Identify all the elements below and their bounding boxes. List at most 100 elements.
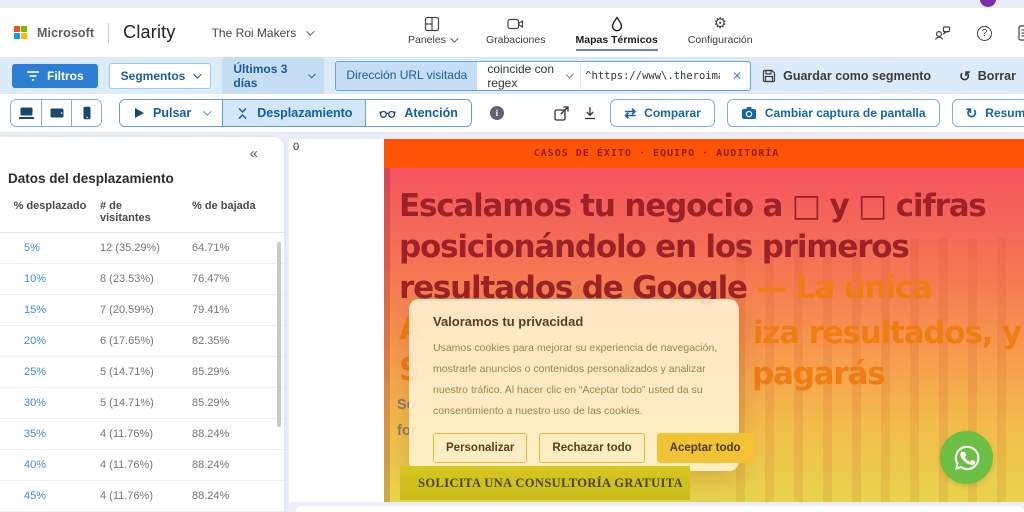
clear-filters-button[interactable]: ↺ Borrar <box>959 69 1016 83</box>
main-area: « Datos del desplazamiento % desplazado … <box>0 133 1024 512</box>
tab-heatmaps[interactable]: Mapas Térmicos <box>575 15 658 51</box>
mode-scroll-label: Desplazamiento <box>257 106 353 120</box>
scroll-data-panel: « Datos del desplazamiento % desplazado … <box>0 137 284 512</box>
scroll-depth-link[interactable]: 40% <box>0 459 100 471</box>
clarity-app-window: Microsoft Clarity The Roi Makers Paneles… <box>0 0 1024 512</box>
heatmaps-icon <box>610 15 624 32</box>
table-row: 15% 7 (20.59%) 79.41% <box>0 295 284 326</box>
table-cell: 88.24% <box>192 428 230 440</box>
date-range-label: Últimos 3 días <box>233 62 288 90</box>
table-row: 40% 4 (11.76%) 88.24% <box>0 450 284 481</box>
header-actions: ? <box>934 25 1024 41</box>
scroll-depth-link[interactable]: 5% <box>0 242 100 254</box>
device-mobile-button[interactable] <box>71 100 101 126</box>
table-cell: 4 (11.76%) <box>100 459 153 471</box>
tab-panels[interactable]: Paneles <box>408 15 459 51</box>
site-heading: Escalamos tu negocio a □ y □ cifras posi… <box>399 186 987 309</box>
scroll-depth-link[interactable]: 10% <box>0 273 100 285</box>
filters-button[interactable]: Filtros <box>12 64 98 88</box>
feedback-icon[interactable] <box>934 25 951 41</box>
scroll-depth-link[interactable]: 15% <box>0 304 100 316</box>
column-header: % desplazado <box>13 200 87 212</box>
scroll-depth-link[interactable]: 30% <box>0 397 100 409</box>
project-selector[interactable]: The Roi Makers <box>212 26 315 40</box>
url-operator-select[interactable]: coincide con regex <box>477 62 582 90</box>
cookie-customize-button[interactable]: Personalizar <box>433 433 528 463</box>
device-tablet-button[interactable] <box>41 100 71 126</box>
summarize-button[interactable]: ↻ Resumir ma <box>951 99 1024 127</box>
mode-attention-button[interactable]: Atención <box>365 100 471 126</box>
brand-divider <box>108 22 110 43</box>
info-icon[interactable]: i <box>489 106 504 120</box>
chevron-down-icon <box>565 70 574 79</box>
table-cell: 79.41% <box>192 304 230 316</box>
browser-extension-badge[interactable] <box>980 0 996 7</box>
scroll-depth-link[interactable]: 25% <box>0 366 100 378</box>
chevron-down-icon <box>193 70 203 79</box>
chevron-down-icon <box>203 107 212 116</box>
mode-click-button[interactable]: Pulsar <box>120 100 223 126</box>
cookie-reject-button[interactable]: Rechazar todo <box>539 433 645 463</box>
mobile-icon <box>83 106 90 120</box>
change-screenshot-button[interactable]: Cambiar captura de pantalla <box>726 99 940 127</box>
ruler-origin-label: 0 <box>293 141 300 153</box>
scroll-depth-link[interactable]: 45% <box>0 490 100 502</box>
mode-attention-label: Atención <box>404 106 458 120</box>
microsoft-logo-icon <box>14 26 27 39</box>
site-heading-line2: posicionándolo en los primeros <box>399 229 910 265</box>
save-icon <box>762 69 776 83</box>
tab-settings[interactable]: ⚙ Configuración <box>688 15 753 51</box>
summarize-label: Resumir ma <box>985 106 1024 120</box>
whatsapp-chat-button[interactable] <box>940 431 993 484</box>
panels-icon <box>424 15 440 32</box>
chevron-down-icon <box>450 34 459 43</box>
help-icon[interactable]: ? <box>977 25 992 41</box>
segments-dropdown[interactable]: Segmentos <box>108 63 212 89</box>
date-range-dropdown[interactable]: Últimos 3 días <box>222 57 325 95</box>
tab-heatmaps-label: Mapas Térmicos <box>575 34 658 46</box>
share-icon[interactable] <box>553 105 570 122</box>
column-header: # de visitantes <box>100 200 151 224</box>
bottom-panel-edge <box>296 506 1024 512</box>
mode-scroll-button[interactable]: Desplazamiento <box>222 100 366 126</box>
device-selector <box>10 99 102 127</box>
compare-button[interactable]: ⇄ Comparar <box>610 99 715 127</box>
table-cell: 6 (17.65%) <box>100 335 154 347</box>
tab-settings-label: Configuración <box>687 34 753 46</box>
free-consultation-cta-button[interactable]: SOLICITA UNA CONSULTORÍA GRATUITA <box>400 466 690 500</box>
site-nav-links: CASOS DE ÉXITO · EQUIPO · AUDITORÍA <box>533 148 780 159</box>
tab-recordings[interactable]: Grabaciones <box>486 15 546 51</box>
table-cell: 85.29% <box>192 366 230 378</box>
cookie-consent-dialog: Valoramos tu privacidad Usamos cookies p… <box>409 299 754 471</box>
cookie-accept-button[interactable]: Aceptar todo <box>656 433 754 463</box>
filter-bar: Filtros Segmentos Últimos 3 días Direcci… <box>0 57 1024 95</box>
collapse-panel-icon[interactable]: « <box>250 145 258 162</box>
site-nav-bar: CASOS DE ÉXITO · EQUIPO · AUDITORÍA <box>384 139 1024 168</box>
scroll-depth-link[interactable]: 35% <box>0 428 100 440</box>
compare-label: Comparar <box>644 106 701 120</box>
tablet-icon <box>50 108 63 118</box>
table-row: 45% 4 (11.76%) 88.24% <box>0 481 284 512</box>
table-cell: 4 (11.76%) <box>100 490 153 502</box>
column-header: % de bajada <box>192 200 256 212</box>
download-icon[interactable] <box>582 105 598 121</box>
remove-filter-icon[interactable]: ✕ <box>724 62 750 90</box>
site-heading-fragment: iza resultados, y <box>753 315 1022 351</box>
scroll-collapse-icon <box>238 107 247 119</box>
scroll-depth-link[interactable]: 20% <box>0 335 100 347</box>
device-desktop-button[interactable] <box>11 100 41 126</box>
click-cursor-icon <box>135 108 144 118</box>
table-cell: 5 (14.71%) <box>100 397 154 409</box>
table-cell: 4 (11.76%) <box>100 428 153 440</box>
heatmap-mode-selector: Pulsar Desplazamiento Atención <box>119 99 472 127</box>
docs-icon[interactable] <box>1018 25 1024 41</box>
url-regex-input[interactable] <box>581 62 725 90</box>
heatmap-gradient-body: Escalamos tu negocio a □ y □ cifras posi… <box>384 168 1024 502</box>
table-cell: 88.24% <box>192 490 230 502</box>
chevron-down-icon <box>306 26 315 36</box>
table-cell: 12 (35.29%) <box>100 242 160 254</box>
panel-scrollbar[interactable] <box>277 242 281 427</box>
save-segment-button[interactable]: Guardar como segmento <box>762 69 931 83</box>
product-name: Clarity <box>123 22 176 42</box>
undo-icon: ↺ <box>959 68 971 84</box>
